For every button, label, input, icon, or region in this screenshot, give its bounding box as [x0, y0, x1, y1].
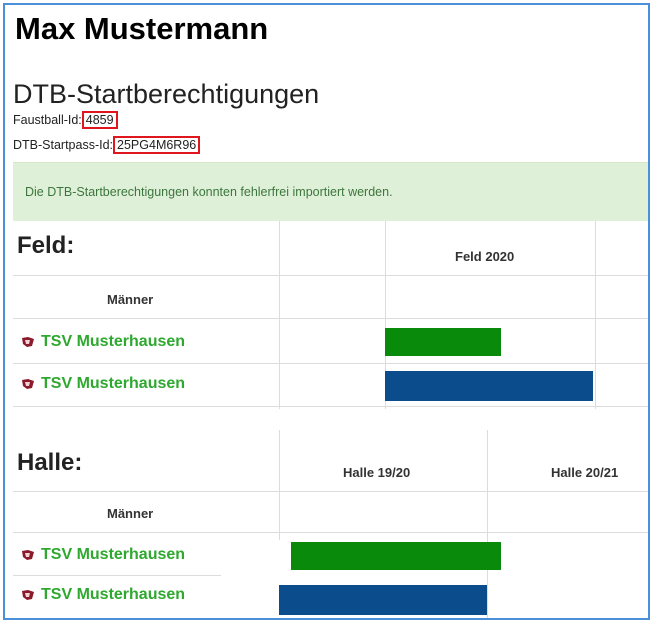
halle-team-row[interactable]: TSV Musterhausen	[21, 546, 185, 564]
feld-team-row[interactable]: TSV Musterhausen	[21, 375, 185, 393]
faustball-id-line: Faustball-Id: 4859	[13, 111, 118, 129]
club-logo-icon	[22, 379, 34, 389]
profile-panel: Max Mustermann DTB-Startberechtigungen F…	[3, 3, 650, 620]
startpass-id-line: DTB-Startpass-Id: 25PG4M6R96	[13, 136, 201, 154]
halle-season-header: Halle 19/20	[343, 465, 411, 480]
faustball-id-label: Faustball-Id:	[13, 113, 82, 127]
club-logo-icon	[22, 550, 34, 560]
startpass-id-value: 25PG4M6R96	[113, 136, 201, 154]
feld-2020-bar-row1	[385, 328, 501, 356]
halle-1920-bar-row1	[291, 542, 501, 570]
page-title: DTB-Startberechtigungen	[13, 79, 320, 109]
feld-team-row[interactable]: TSV Musterhausen	[21, 333, 185, 351]
halle-season-header: Halle 20/21	[551, 465, 619, 480]
feld-season-header: Feld 2020	[455, 249, 515, 264]
faustball-id-value: 4859	[81, 111, 118, 129]
success-alert: Die DTB-Startberechtigungen konnten fehl…	[13, 162, 648, 221]
club-logo-icon	[22, 337, 34, 347]
person-name: Max Mustermann	[15, 11, 269, 46]
startpass-id-label: DTB-Startpass-Id:	[13, 138, 114, 152]
feld-2020-bar-row2	[385, 371, 593, 401]
halle-group-label: Männer	[107, 506, 154, 521]
halle-team-row[interactable]: TSV Musterhausen	[21, 586, 185, 604]
alert-message: Die DTB-Startberechtigungen konnten fehl…	[25, 185, 393, 199]
club-link[interactable]: TSV Musterhausen	[41, 546, 185, 564]
club-logo-icon	[22, 590, 34, 600]
club-link[interactable]: TSV Musterhausen	[41, 375, 185, 393]
club-link[interactable]: TSV Musterhausen	[41, 586, 185, 604]
feld-heading: Feld:	[17, 232, 75, 259]
halle-1920-bar-row2	[279, 585, 487, 615]
halle-heading: Halle:	[17, 449, 83, 476]
club-link[interactable]: TSV Musterhausen	[41, 333, 185, 351]
feld-group-label: Männer	[107, 292, 154, 307]
